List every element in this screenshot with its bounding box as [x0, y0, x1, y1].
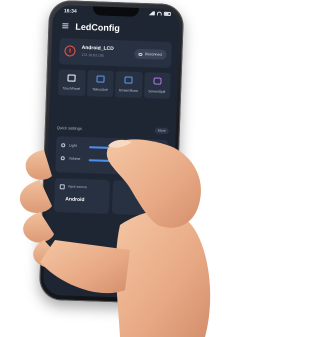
light-slider[interactable] — [89, 146, 140, 150]
battery-icon — [163, 11, 171, 16]
device-card: Android_LCD 172.16.63.105 Disconnect — [59, 38, 172, 69]
status-icons — [148, 11, 171, 16]
device-name: Android_LCD — [81, 44, 114, 53]
link-icon — [138, 52, 143, 56]
disconnect-button[interactable]: Disconnect — [134, 48, 167, 60]
app-settings[interactable]: 设置 — [49, 261, 78, 288]
wifi-icon — [156, 11, 162, 16]
light-label: Light — [69, 143, 77, 148]
app-wps-office[interactable]: WPS Office — [139, 264, 168, 291]
smartphone: 16:34 LedConfig Android_LCD 172.16.63.10… — [38, 0, 185, 305]
screen-split-icon — [153, 77, 162, 85]
wps-office-icon — [149, 266, 159, 276]
bottom-cards: Input source Android — [53, 178, 167, 216]
disconnect-label: Disconnect — [144, 52, 163, 57]
product-photo: 16:34 LedConfig Android_LCD 172.16.63.10… — [0, 0, 243, 337]
notch — [92, 6, 140, 17]
tile-teleco-unit[interactable]: TelecoUnit — [86, 70, 114, 98]
menu-icon[interactable] — [62, 23, 69, 29]
volume-slider-row: Volume — [60, 155, 163, 167]
phone-screen: 16:34 LedConfig Android_LCD 172.16.63.10… — [42, 4, 181, 300]
input-source-label: Input source — [67, 184, 88, 190]
status-time: 16:34 — [63, 8, 77, 15]
book-app-icon — [119, 265, 129, 275]
app-label: 图书浏览器 — [116, 277, 131, 282]
quick-apps: 设置 远程管理软件 图书浏览器 WPS Office — [49, 261, 168, 291]
input-source-card[interactable]: Input source Android — [53, 178, 111, 214]
light-slider-row: Light 50% — [61, 141, 163, 154]
device-ip: 172.16.63.105 — [81, 52, 104, 58]
light-slider-fill — [89, 146, 115, 150]
tile-touch-panel[interactable]: TouchPanel — [57, 69, 86, 97]
light-icon — [61, 143, 66, 148]
more-button[interactable]: More — [154, 127, 169, 134]
input-source-icon — [59, 184, 65, 190]
tile-label: TouchPanel — [62, 86, 81, 91]
volume-icon — [60, 156, 65, 161]
tile-label: ScreenSplit — [148, 89, 166, 94]
feature-tiles: TouchPanel TelecoUnit ScreenShare Screen… — [57, 69, 171, 100]
app-remote-manager[interactable]: 远程管理软件 — [79, 262, 108, 289]
tile-label: TelecoUnit — [92, 87, 108, 92]
signal-icon — [148, 11, 155, 16]
app-bar: LedConfig — [52, 19, 179, 37]
screen-share-icon — [124, 76, 133, 84]
app-label: 远程管理软件 — [85, 276, 103, 281]
volume-slider-fill — [88, 159, 114, 163]
light-value: 50% — [143, 141, 158, 149]
app-book-browser[interactable]: 图书浏览器 — [109, 263, 138, 290]
quick-apps-title: Quick apps — [52, 248, 73, 254]
quick-settings-card: Light 50% Volume — [55, 136, 169, 176]
volume-slider[interactable] — [88, 159, 139, 163]
input-source-value: Android — [65, 196, 85, 204]
tile-label: ScreenShare — [118, 88, 139, 93]
secondary-card[interactable] — [111, 180, 167, 216]
tile-screen-share[interactable]: ScreenShare — [114, 71, 143, 99]
app-label: WPS Office — [146, 278, 161, 283]
touch-panel-icon — [67, 74, 76, 82]
settings-app-icon — [59, 263, 69, 273]
volume-label: Volume — [68, 156, 81, 161]
remote-app-icon — [89, 264, 99, 274]
quick-settings-header: Quick settings More — [57, 125, 169, 137]
app-label: 设置 — [60, 275, 67, 280]
tile-screen-split[interactable]: ScreenSplit — [143, 72, 171, 100]
quick-settings-title: Quick settings — [56, 125, 83, 131]
tv-icon — [96, 75, 105, 83]
app-title: LedConfig — [75, 21, 120, 34]
power-icon[interactable] — [64, 45, 76, 57]
